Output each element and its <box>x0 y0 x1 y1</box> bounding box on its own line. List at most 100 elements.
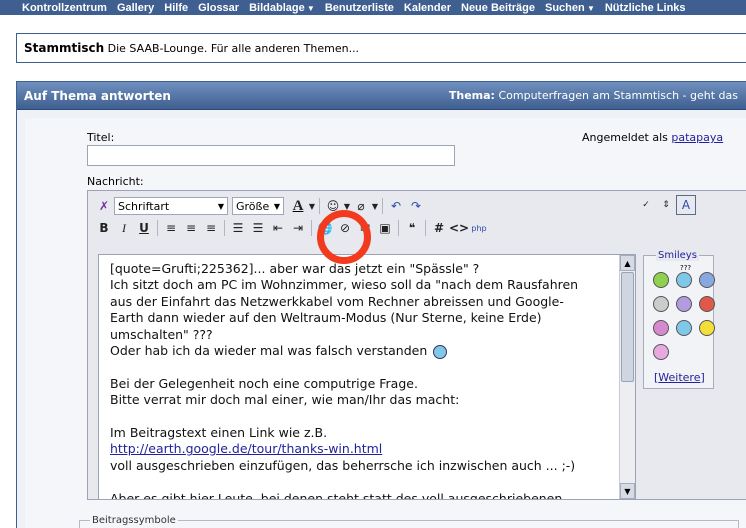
remove-format-icon[interactable]: ✗ <box>94 196 114 216</box>
post-icons-legend: Beitragssymbole <box>90 515 178 526</box>
align-right-icon[interactable]: ≡ <box>201 218 221 238</box>
message-link[interactable]: http://earth.google.de/tour/thanks-win.h… <box>110 441 382 456</box>
scroll-up-icon[interactable]: ▲ <box>620 255 635 271</box>
message-textarea[interactable]: [quote=Grufti;225362]... aber war das je… <box>98 254 636 500</box>
nav-item[interactable]: Nützliche Links <box>605 2 686 14</box>
chevron-down-icon: ▼ <box>304 3 315 13</box>
chevron-down-icon: ▼ <box>273 201 280 211</box>
message-line: Oder hab ich da wieder mal was falsch ve… <box>110 343 615 359</box>
underline-button[interactable]: U <box>134 218 154 238</box>
nav-item-label: Kalender <box>403 1 451 14</box>
nav-item-label: Nützliche Links <box>604 1 686 14</box>
code-hash-icon[interactable]: # <box>429 218 449 238</box>
redo-icon[interactable]: ↷ <box>406 196 426 216</box>
smiley-confused-icon[interactable] <box>676 272 692 288</box>
message-line-text: [quote=Grufti;225362]... aber war das je… <box>110 261 480 276</box>
resize-icon[interactable]: ⇕ <box>656 195 676 215</box>
reply-form: Titel: Angemeldet als patapaya Nachricht… <box>25 118 746 528</box>
annotation-circle <box>317 210 371 264</box>
smiley-mad-icon[interactable] <box>699 296 715 312</box>
insert-image-icon[interactable]: ▣ <box>375 218 395 238</box>
message-line: Bei der Gelegenheit noch eine computrige… <box>110 376 615 392</box>
smiley-cool-icon[interactable] <box>699 272 715 288</box>
message-line-text <box>110 409 114 424</box>
text-color-icon[interactable]: A <box>288 196 308 216</box>
message-line <box>110 359 615 375</box>
php-code-icon[interactable]: php <box>469 218 489 238</box>
switch-mode-icon[interactable]: A <box>676 195 696 215</box>
chevron-down-icon: ▼ <box>217 201 224 211</box>
smilies-box: Smileys ??? [Weitere] <box>643 250 715 389</box>
confused-smiley-icon <box>433 344 448 359</box>
nav-item[interactable]: Benutzerliste <box>325 2 394 14</box>
italic-button[interactable]: I <box>114 218 134 238</box>
toolbar-divider <box>382 198 383 214</box>
html-code-icon[interactable]: <> <box>449 218 469 238</box>
smiley-grin-icon[interactable] <box>653 272 669 288</box>
message-line: Ich sitzt doch am PC im Wohnzimmer, wies… <box>110 277 615 293</box>
title-input[interactable] <box>87 145 455 166</box>
undo-icon[interactable]: ↶ <box>386 196 406 216</box>
message-line-text: aus der Einfahrt das Netzwerkkabel vom R… <box>110 293 564 309</box>
smiley-tongue-icon[interactable] <box>653 344 669 360</box>
message-content: [quote=Grufti;225362]... aber war das je… <box>110 261 615 499</box>
scroll-thumb[interactable] <box>621 272 634 382</box>
font-select[interactable]: Schriftart ▼ <box>114 197 228 215</box>
toolbar-row-1: ✗ Schriftart ▼ Größe ▼ A ▼ ☺ ▼ ⌀ ▼ ↶ ↷ <box>94 195 426 217</box>
username-link[interactable]: patapaya <box>671 131 723 144</box>
message-scrollbar[interactable]: ▲ ▼ <box>619 255 635 499</box>
message-line: umschalten" ??? <box>110 327 615 343</box>
size-select[interactable]: Größe ▼ <box>232 197 284 215</box>
scroll-down-icon[interactable]: ▼ <box>620 483 635 499</box>
more-smilies-link[interactable]: Weitere <box>658 371 700 384</box>
unordered-list-icon[interactable]: ☰ <box>248 218 268 238</box>
nav-item-label: Glossar <box>198 1 240 14</box>
message-line-text: Oder hab ich da wieder mal was falsch ve… <box>110 343 428 359</box>
outdent-icon[interactable]: ⇤ <box>268 218 288 238</box>
post-icons-fieldset: Beitragssymbole <box>79 515 739 528</box>
nav-item-label: Kontrollzentrum <box>22 1 107 14</box>
message-line: [quote=Grufti;225362]... aber war das je… <box>110 261 615 277</box>
nav-item[interactable]: Neue Beiträge <box>461 2 535 14</box>
nav-item[interactable]: Bildablage ▼ <box>249 2 315 14</box>
message-line-text: umschalten" ??? <box>110 326 213 342</box>
toolbar-divider <box>311 220 312 236</box>
message-line <box>110 474 615 490</box>
nav-item[interactable]: Kalender <box>404 2 451 14</box>
smiley-question-marks: ??? <box>680 264 692 272</box>
message-line: Aber es gibt hier Leute, bei denen steht… <box>110 491 615 499</box>
smiley-eek-icon[interactable] <box>653 296 669 312</box>
nav-item[interactable]: Suchen ▼ <box>545 2 595 14</box>
panel-title: Auf Thema antworten <box>24 88 171 103</box>
smiley-rolleyes-icon[interactable] <box>676 320 692 336</box>
message-line: http://earth.google.de/tour/thanks-win.h… <box>110 441 615 457</box>
ordered-list-icon[interactable]: ☰ <box>228 218 248 238</box>
align-center-icon[interactable]: ≡ <box>181 218 201 238</box>
nav-item-label: Suchen <box>544 1 585 14</box>
message-editor: ✗ Schriftart▼ Größe▼ A ▼ ☺ ▼ ⌀ ▼ ↶ ↷ ✓ <box>87 190 746 500</box>
message-line <box>110 409 615 425</box>
logged-in-label: Angemeldet als <box>582 131 668 144</box>
nav-item[interactable]: Hilfe <box>164 2 188 14</box>
chevron-down-icon[interactable]: ▼ <box>371 196 379 216</box>
smiley-frown-icon[interactable] <box>676 296 692 312</box>
message-line-text: Bei der Gelegenheit noch eine computrige… <box>110 375 418 391</box>
nav-item[interactable]: Gallery <box>117 2 154 14</box>
nav-item[interactable]: Glossar <box>198 2 239 14</box>
nav-item-label: Gallery <box>116 1 155 14</box>
nav-item[interactable]: Kontrollzentrum <box>22 2 107 14</box>
chevron-down-icon[interactable]: ▼ <box>308 196 316 216</box>
toolbar-divider <box>425 220 426 236</box>
indent-icon[interactable]: ⇥ <box>288 218 308 238</box>
bold-button[interactable]: B <box>94 218 114 238</box>
align-left-icon[interactable]: ≡ <box>161 218 181 238</box>
panel-header: Auf Thema antworten Thema: Computerfrage… <box>17 82 746 110</box>
smilies-legend: Smileys <box>656 250 699 261</box>
spellcheck-icon[interactable]: ✓ <box>636 195 656 215</box>
smiley-smile-icon[interactable] <box>699 320 715 336</box>
quote-icon[interactable]: ❝ <box>402 218 422 238</box>
message-line-text: Earth dann wieder auf den Weltraum-Modus… <box>110 310 542 326</box>
forum-name[interactable]: Stammtisch <box>24 41 104 55</box>
smiley-biggrin-icon[interactable] <box>653 320 669 336</box>
message-line-text: Ich sitzt doch am PC im Wohnzimmer, wies… <box>110 277 579 293</box>
